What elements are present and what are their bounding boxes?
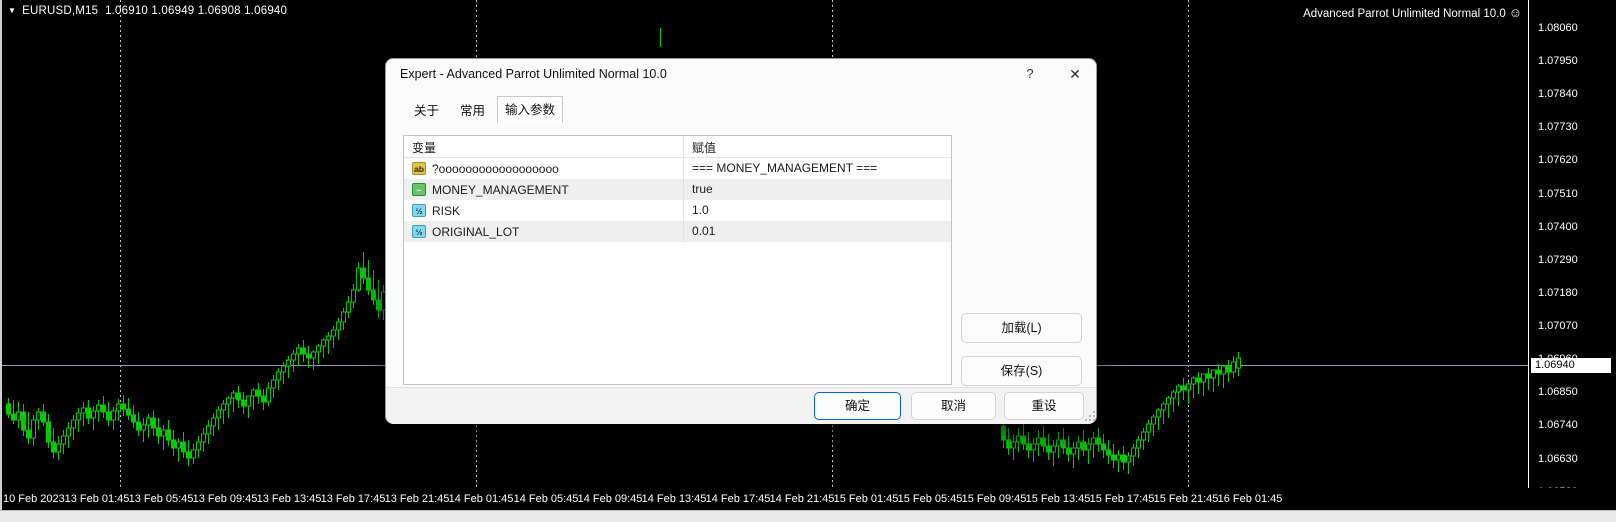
param-value[interactable]: 1.0 xyxy=(684,200,951,221)
cancel-button[interactable]: 取消 xyxy=(911,392,996,420)
dialog-titlebar[interactable]: Expert - Advanced Parrot Unlimited Norma… xyxy=(386,59,1096,89)
param-row[interactable]: ½ RISK 1.0 xyxy=(404,200,951,221)
price-axis-label: 1.06630 xyxy=(1538,453,1578,465)
price-axis-label: 1.07290 xyxy=(1538,254,1578,266)
dialog-title: Expert - Advanced Parrot Unlimited Norma… xyxy=(400,67,667,81)
param-name: RISK xyxy=(432,203,461,218)
time-axis-label: 15 Feb 05:45 xyxy=(897,493,963,505)
column-header-variable: 变量 xyxy=(404,136,684,157)
price-axis-label: 1.07620 xyxy=(1538,154,1578,166)
window-bottom-strip xyxy=(0,510,1616,522)
dialog-tab-strip: 关于 常用 输入参数 xyxy=(403,96,1079,123)
ea-name: Advanced Parrot Unlimited Normal 10.0 xyxy=(1303,8,1506,20)
time-axis-label: 14 Feb 05:45 xyxy=(513,493,579,505)
time-axis-label: 14 Feb 09:45 xyxy=(577,493,643,505)
price-axis-label: 1.06740 xyxy=(1538,419,1578,431)
price-axis-label: 1.07730 xyxy=(1538,121,1578,133)
param-name: ORIGINAL_LOT xyxy=(432,224,520,239)
ea-smiley-icon[interactable]: ☺ xyxy=(1509,5,1522,20)
time-axis-label: 10 Feb 2023 xyxy=(3,493,65,505)
dialog-button-bar: 确定 取消 重设 xyxy=(386,387,1096,424)
time-axis-label: 13 Feb 05:45 xyxy=(128,493,194,505)
load-button[interactable]: 加载(L) xyxy=(961,313,1082,343)
time-axis-label: 14 Feb 21:45 xyxy=(769,493,835,505)
symbol-timeframe: EURUSD,M15 xyxy=(22,5,99,17)
chart-dropdown-icon[interactable]: ▼ xyxy=(8,6,16,15)
tab-about[interactable]: 关于 xyxy=(405,99,448,123)
param-value[interactable]: 0.01 xyxy=(684,221,951,242)
resize-grip[interactable] xyxy=(1085,411,1095,421)
time-axis[interactable]: 10 Feb 2023 13 Feb 01:45 13 Feb 05:45 13 Fe… xyxy=(0,488,1616,510)
param-name: MONEY_MANAGEMENT xyxy=(432,182,569,197)
time-axis-label: 14 Feb 01:45 xyxy=(448,493,514,505)
ok-button[interactable]: 确定 xyxy=(814,392,901,420)
price-axis-label: 1.07840 xyxy=(1538,88,1578,100)
price-axis-label: 1.07070 xyxy=(1538,320,1578,332)
reset-button[interactable]: 重设 xyxy=(1004,392,1084,420)
chart-symbol-header[interactable]: ▼ EURUSD,M15 1.06910 1.06949 1.06908 1.06… xyxy=(8,5,287,17)
price-axis-label: 1.06850 xyxy=(1538,386,1578,398)
expert-properties-dialog: Expert - Advanced Parrot Unlimited Norma… xyxy=(385,58,1097,424)
help-button[interactable]: ? xyxy=(1010,59,1050,89)
time-axis-label: 14 Feb 17:45 xyxy=(705,493,771,505)
expert-advisor-label: Advanced Parrot Unlimited Normal 10.0 ☺ xyxy=(1303,5,1522,20)
time-axis-label: 13 Feb 09:45 xyxy=(192,493,258,505)
time-axis-label: 13 Feb 17:45 xyxy=(320,493,386,505)
time-axis-label: 13 Feb 13:45 xyxy=(256,493,322,505)
string-param-icon: ab xyxy=(412,162,426,175)
tab-common[interactable]: 常用 xyxy=(451,99,494,123)
param-name: ?oooooooooooooooooo xyxy=(432,161,559,176)
price-axis-label: 1.07950 xyxy=(1538,55,1578,67)
price-axis-label: 1.07510 xyxy=(1538,188,1578,200)
time-axis-label: 15 Feb 13:45 xyxy=(1025,493,1091,505)
time-axis-label: 15 Feb 17:45 xyxy=(1089,493,1155,505)
time-axis-label: 15 Feb 09:45 xyxy=(961,493,1027,505)
save-button[interactable]: 保存(S) xyxy=(961,356,1082,386)
price-axis-label: 1.07180 xyxy=(1538,287,1578,299)
number-param-icon: ½ xyxy=(412,204,426,217)
number-param-icon: ½ xyxy=(412,225,426,238)
time-axis-label: 16 Feb 01:45 xyxy=(1217,493,1283,505)
parameters-table[interactable]: 变量 赋值 ab ?oooooooooooooooooo === MONEY_MAN… xyxy=(403,135,952,385)
time-axis-label: 13 Feb 21:45 xyxy=(384,493,450,505)
price-axis-label: 1.08060 xyxy=(1538,22,1578,34)
column-header-value: 赋值 xyxy=(692,141,717,155)
time-axis-label: 13 Feb 01:45 xyxy=(64,493,130,505)
bool-param-icon: ~ xyxy=(412,183,426,196)
param-value[interactable]: true xyxy=(684,179,951,200)
window-left-frame xyxy=(0,0,2,510)
price-axis[interactable]: 1.08060 1.07950 1.07840 1.07730 1.07620 1.075… xyxy=(1529,0,1616,510)
close-icon[interactable]: ✕ xyxy=(1055,59,1095,89)
current-price-marker: 1.06940 xyxy=(1531,358,1611,373)
time-axis-label: 15 Feb 21:45 xyxy=(1153,493,1219,505)
param-value[interactable]: === MONEY_MANAGEMENT === xyxy=(684,158,951,179)
tab-inputs[interactable]: 输入参数 xyxy=(497,96,563,123)
ohlc-values: 1.06910 1.06949 1.06908 1.06940 xyxy=(105,5,288,17)
table-header-row: 变量 赋值 xyxy=(404,136,951,158)
param-row[interactable]: ~ MONEY_MANAGEMENT true xyxy=(404,179,951,200)
price-axis-label: 1.07400 xyxy=(1538,221,1578,233)
time-axis-label: 15 Feb 01:45 xyxy=(833,493,899,505)
param-row[interactable]: ab ?oooooooooooooooooo === MONEY_MANAGEMEN… xyxy=(404,158,951,179)
mt4-window: ▼ EURUSD,M15 1.06910 1.06949 1.06908 1.06… xyxy=(0,0,1616,522)
param-row[interactable]: ½ ORIGINAL_LOT 0.01 xyxy=(404,221,951,242)
time-axis-label: 14 Feb 13:45 xyxy=(641,493,707,505)
